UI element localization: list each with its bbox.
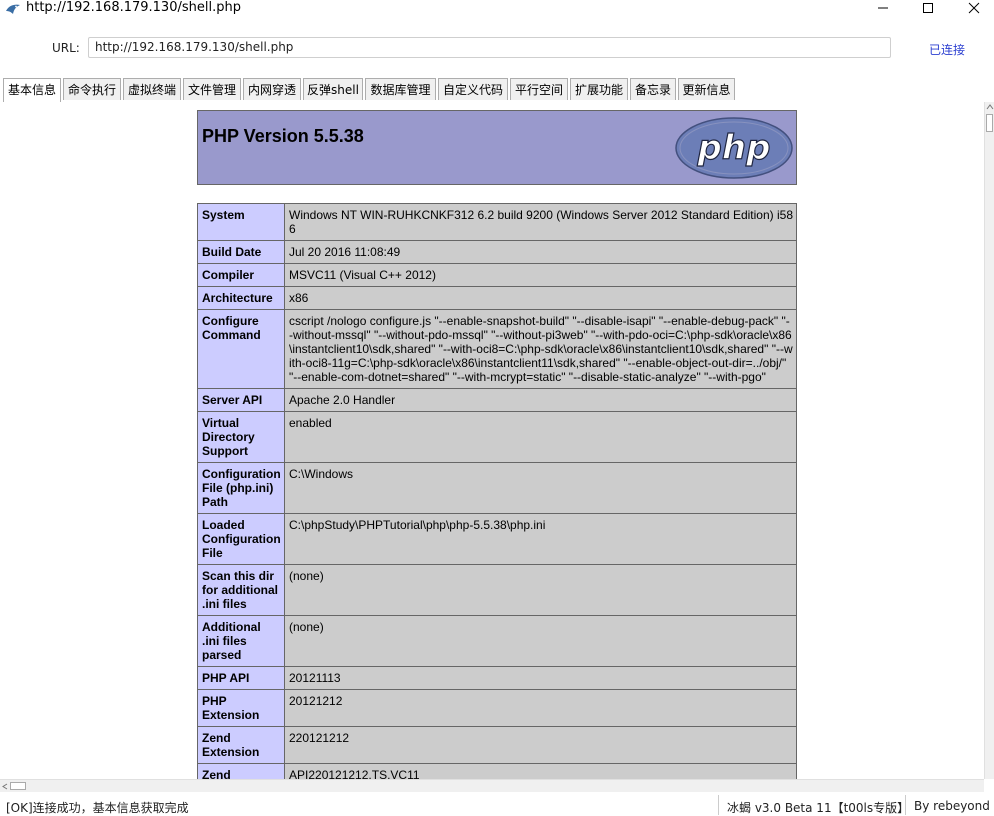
app-icon: [6, 4, 20, 14]
table-row: PHP Extension 20121212: [197, 689, 797, 727]
status-bar: [OK]连接成功，基本信息获取完成 冰蝎 v3.0 Beta 11【t00ls专…: [0, 795, 994, 815]
window-title: http://192.168.179.130/shell.php: [26, 0, 241, 15]
close-button[interactable]: [951, 0, 994, 16]
row-key: Compiler: [197, 263, 285, 287]
title-bar: http://192.168.179.130/shell.php: [0, 0, 994, 20]
table-row: Configuration File (php.ini) Path C:\Win…: [197, 462, 797, 514]
horizontal-scrollbar[interactable]: [0, 779, 984, 792]
php-version-header: PHP Version 5.5.38 php: [197, 110, 797, 185]
minimize-icon: [878, 7, 888, 9]
row-key: Server API: [197, 388, 285, 412]
row-key: Architecture: [197, 286, 285, 310]
scroll-left-icon[interactable]: [2, 783, 8, 790]
tab-basic-info[interactable]: 基本信息: [3, 78, 61, 102]
tab-memo[interactable]: 备忘录: [630, 78, 676, 100]
status-message: [OK]连接成功，基本信息获取完成: [6, 801, 189, 815]
row-key: Loaded Configuration File: [197, 513, 285, 565]
row-key: PHP Extension: [197, 689, 285, 727]
row-value: 20121212: [284, 689, 797, 727]
row-value: (none): [284, 615, 797, 667]
tab-database-manager[interactable]: 数据库管理: [365, 78, 436, 100]
row-key: Configure Command: [197, 309, 285, 389]
horizontal-scroll-thumb[interactable]: [10, 782, 26, 790]
table-row: Loaded Configuration File C:\phpStudy\PH…: [197, 513, 797, 565]
table-row: Scan this dir for additional .ini files …: [197, 564, 797, 616]
url-label: URL:: [52, 41, 80, 55]
row-key: PHP API: [197, 666, 285, 690]
phpinfo-panel: PHP Version 5.5.38 php System Windows NT…: [0, 102, 984, 779]
php-version-title: PHP Version 5.5.38: [202, 126, 364, 146]
row-value: Jul 20 2016 11:08:49: [284, 240, 797, 264]
table-row: PHP API 20121113: [197, 666, 797, 690]
row-value: x86: [284, 286, 797, 310]
row-value: C:\Windows: [284, 462, 797, 514]
row-value: API220121212,TS,VC11: [284, 763, 797, 779]
row-value: Apache 2.0 Handler: [284, 388, 797, 412]
connection-status[interactable]: 已连接: [929, 41, 965, 58]
row-value: MSVC11 (Visual C++ 2012): [284, 263, 797, 287]
tab-intranet-tunnel[interactable]: 内网穿透: [243, 78, 301, 100]
row-value: (none): [284, 564, 797, 616]
tab-virtual-terminal[interactable]: 虚拟终端: [123, 78, 181, 100]
table-row: Server API Apache 2.0 Handler: [197, 388, 797, 412]
vertical-scroll-thumb[interactable]: [986, 114, 993, 132]
status-author: By rebeyond: [905, 795, 990, 815]
row-key: Virtual Directory Support: [197, 411, 285, 463]
row-key: Additional .ini files parsed: [197, 615, 285, 667]
table-row: Virtual Directory Support enabled: [197, 411, 797, 463]
close-icon: [968, 2, 980, 14]
url-row: URL: http://192.168.179.130/shell.php 已连…: [0, 30, 994, 66]
row-key: Scan this dir for additional .ini files: [197, 564, 285, 616]
row-key: Zend Extension Build: [197, 763, 285, 779]
tab-file-manager[interactable]: 文件管理: [183, 78, 241, 100]
row-value: 20121113: [284, 666, 797, 690]
row-key: System: [197, 203, 285, 241]
phpinfo-table: System Windows NT WIN-RUHKCNKF312 6.2 bu…: [197, 203, 797, 779]
table-row: Zend Extension Build API220121212,TS,VC1…: [197, 763, 797, 779]
php-logo: php: [675, 117, 793, 179]
table-row: Build Date Jul 20 2016 11:08:49: [197, 240, 797, 264]
row-key: Build Date: [197, 240, 285, 264]
tab-bar: 基本信息 命令执行 虚拟终端 文件管理 内网穿透 反弹shell 数据库管理 自…: [0, 78, 994, 103]
tab-command-exec[interactable]: 命令执行: [63, 78, 121, 100]
maximize-icon: [923, 3, 933, 13]
row-value: Windows NT WIN-RUHKCNKF312 6.2 build 920…: [284, 203, 797, 241]
tab-custom-code[interactable]: 自定义代码: [438, 78, 508, 100]
table-row: System Windows NT WIN-RUHKCNKF312 6.2 bu…: [197, 203, 797, 241]
row-value: C:\phpStudy\PHPTutorial\php\php-5.5.38\p…: [284, 513, 797, 565]
php-logo-text: php: [697, 128, 771, 168]
status-version: 冰蝎 v3.0 Beta 11【t00ls专版】: [718, 795, 909, 815]
minimize-button[interactable]: [860, 0, 906, 16]
row-value: enabled: [284, 411, 797, 463]
url-input[interactable]: http://192.168.179.130/shell.php: [88, 37, 891, 58]
scroll-up-icon[interactable]: [986, 104, 994, 110]
table-row: Architecture x86: [197, 286, 797, 310]
vertical-scrollbar[interactable]: [984, 102, 994, 779]
row-value: 220121212: [284, 726, 797, 764]
tab-extensions[interactable]: 扩展功能: [570, 78, 628, 100]
table-row: Zend Extension 220121212: [197, 726, 797, 764]
tab-update-info[interactable]: 更新信息: [678, 78, 735, 100]
table-row: Compiler MSVC11 (Visual C++ 2012): [197, 263, 797, 287]
table-row: Configure Command cscript /nologo config…: [197, 309, 797, 389]
maximize-button[interactable]: [905, 0, 951, 16]
row-value: cscript /nologo configure.js "--enable-s…: [284, 309, 797, 389]
table-row: Additional .ini files parsed (none): [197, 615, 797, 667]
row-key: Zend Extension: [197, 726, 285, 764]
tab-parallel-space[interactable]: 平行空间: [510, 78, 568, 100]
tab-reverse-shell[interactable]: 反弹shell: [303, 78, 363, 100]
row-key: Configuration File (php.ini) Path: [197, 462, 285, 514]
